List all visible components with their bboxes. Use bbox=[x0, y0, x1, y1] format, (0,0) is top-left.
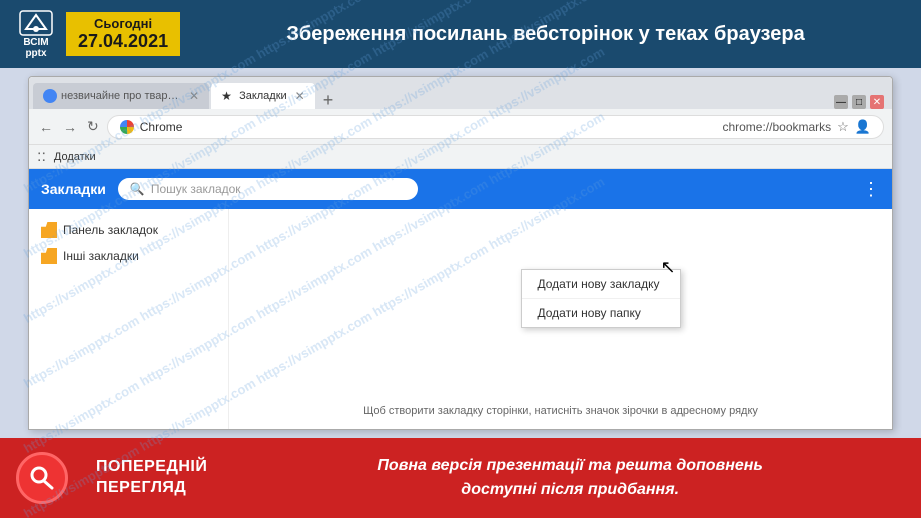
context-menu-add-folder[interactable]: Додати нову папку bbox=[522, 299, 680, 327]
star-icon[interactable]: ☆ bbox=[837, 119, 849, 135]
bookmarks-main-area: ↖ Додати нову закладку Додати нову папку… bbox=[229, 209, 892, 429]
address-url: chrome://bookmarks bbox=[722, 120, 831, 134]
logo-text: ВСІМpptx bbox=[23, 37, 48, 59]
bottom-text-line1: Повна версія презентації та решта доповн… bbox=[377, 457, 763, 474]
browser-window: незвичайне про тварин - Пош... ✕ ★ Закла… bbox=[28, 76, 893, 430]
preview-search-icon bbox=[28, 464, 56, 492]
tab-favicon-1 bbox=[43, 89, 57, 103]
date-value: 27.04.2021 bbox=[78, 31, 168, 52]
close-button[interactable]: ✕ bbox=[870, 95, 884, 109]
sidebar-item-other[interactable]: Інші закладки bbox=[29, 243, 228, 269]
bookmarks-manager-title: Закладки bbox=[41, 181, 106, 197]
preview-icon-area bbox=[0, 442, 84, 514]
address-icons: ☆ 👤 bbox=[837, 119, 871, 135]
today-label: Сьогодні bbox=[78, 16, 168, 31]
preview-label-text: ПОПЕРЕДНІЙПЕРЕГЛЯД bbox=[96, 458, 207, 496]
tab-label-1: незвичайне про тварин - Пош... bbox=[61, 90, 181, 102]
cursor-pointer: ↖ bbox=[661, 257, 676, 278]
bookmarks-content: Панель закладок Інші закладки ↖ Додати н… bbox=[29, 209, 892, 429]
address-brand: Chrome bbox=[140, 120, 717, 134]
main-content: незвичайне про тварин - Пош... ✕ ★ Закла… bbox=[0, 68, 921, 438]
folder-other-icon bbox=[41, 248, 57, 264]
tab-close-2[interactable]: ✕ bbox=[295, 89, 305, 103]
folder-toolbar-icon bbox=[41, 222, 57, 238]
top-header: ВСІМpptx Сьогодні 27.04.2021 Збереження … bbox=[0, 0, 921, 68]
tab-label-2: Закладки bbox=[239, 90, 287, 102]
back-button[interactable]: ← bbox=[37, 117, 55, 137]
browser-tabs: незвичайне про тварин - Пош... ✕ ★ Закла… bbox=[29, 77, 892, 109]
browser-addressbar: ← → ↻ Chrome chrome://bookmarks ☆ 👤 bbox=[29, 109, 892, 145]
reload-button[interactable]: ↻ bbox=[85, 116, 101, 137]
header-title: Збереження посилань вебсторінок у теках … bbox=[180, 23, 911, 46]
address-box[interactable]: Chrome chrome://bookmarks ☆ 👤 bbox=[107, 115, 884, 139]
tab-close-1[interactable]: ✕ bbox=[189, 89, 199, 103]
window-controls: — □ ✕ bbox=[834, 95, 888, 109]
sidebar-item-toolbar-label: Панель закладок bbox=[63, 223, 158, 237]
bookmarks-sidebar: Панель закладок Інші закладки bbox=[29, 209, 229, 429]
logo-icon bbox=[18, 9, 54, 37]
search-placeholder[interactable]: Пошук закладок bbox=[151, 182, 406, 196]
new-tab-button[interactable]: + bbox=[317, 91, 340, 109]
browser-tab-2[interactable]: ★ Закладки ✕ bbox=[211, 83, 315, 109]
forward-button[interactable]: → bbox=[61, 117, 79, 137]
context-menu-add-bookmark[interactable]: Додати нову закладку bbox=[522, 270, 680, 299]
sidebar-item-toolbar[interactable]: Панель закладок bbox=[29, 217, 228, 243]
logo-area: ВСІМpptx bbox=[10, 5, 62, 63]
tab-favicon-2: ★ bbox=[221, 89, 235, 103]
bookmarks-toolbar: :: Додатки bbox=[29, 145, 892, 169]
bookmarks-hint: Щоб створити закладку сторінки, натисніт… bbox=[229, 405, 892, 417]
apps-icon[interactable]: :: bbox=[37, 148, 46, 166]
chrome-logo-icon bbox=[120, 120, 134, 134]
restore-button[interactable]: □ bbox=[852, 95, 866, 109]
minimize-button[interactable]: — bbox=[834, 95, 848, 109]
bottom-bar: ПОПЕРЕДНІЙПЕРЕГЛЯД Повна версія презента… bbox=[0, 438, 921, 518]
date-badge: Сьогодні 27.04.2021 bbox=[66, 12, 180, 56]
context-menu: Додати нову закладку Додати нову папку bbox=[521, 269, 681, 328]
bookmarks-toolbar-label[interactable]: Додатки bbox=[54, 151, 96, 163]
bookmarks-search-box[interactable]: 🔍 Пошук закладок bbox=[118, 178, 418, 200]
preview-circle bbox=[16, 452, 68, 504]
browser-tab-1[interactable]: незвичайне про тварин - Пош... ✕ bbox=[33, 83, 209, 109]
search-icon: 🔍 bbox=[130, 182, 145, 196]
more-options-icon[interactable]: ⋮ bbox=[862, 179, 880, 200]
bookmarks-manager-header: Закладки 🔍 Пошук закладок ⋮ bbox=[29, 169, 892, 209]
bottom-text-line2: доступні після придбання. bbox=[461, 481, 679, 498]
user-icon[interactable]: 👤 bbox=[855, 119, 871, 135]
bottom-text: Повна версія презентації та решта доповн… bbox=[219, 454, 921, 502]
preview-label: ПОПЕРЕДНІЙПЕРЕГЛЯД bbox=[84, 457, 219, 499]
sidebar-item-other-label: Інші закладки bbox=[63, 249, 139, 263]
